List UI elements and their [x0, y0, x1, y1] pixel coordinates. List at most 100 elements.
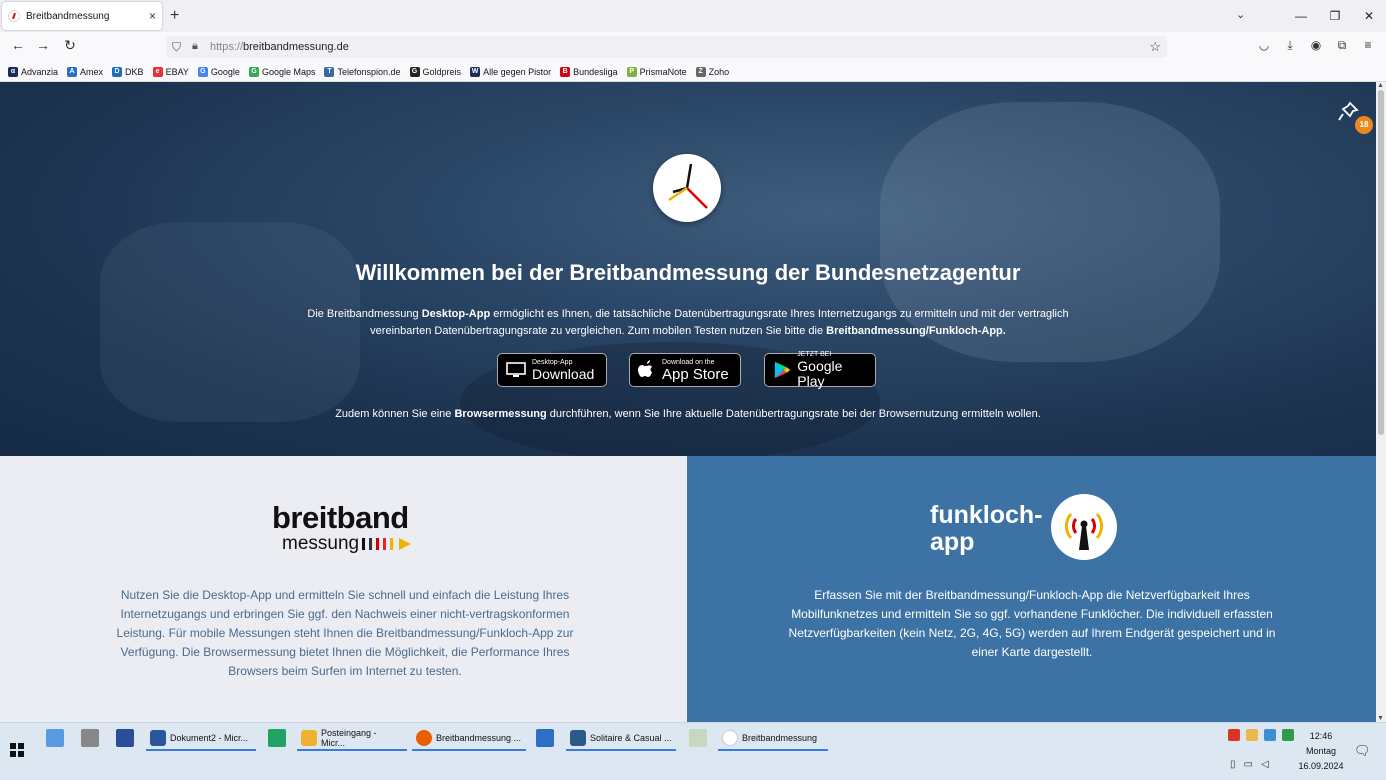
- calculator-icon[interactable]: [81, 729, 99, 747]
- bookmark-label: EBAY: [165, 66, 189, 77]
- browser-text: Zudem können Sie eine: [335, 408, 455, 420]
- notification-center-icon[interactable]: 🗨︎: [1354, 743, 1371, 759]
- bookmark-star-icon[interactable]: ☆: [1149, 39, 1161, 55]
- menu-icon[interactable]: ≡: [1360, 38, 1376, 53]
- windows-taskbar: Dokument2 - Micr... Posteingang - Micr..…: [0, 722, 1386, 780]
- taskbar-app-label: Breitbandmessung ...: [436, 733, 522, 743]
- taskbar-app-label: Dokument2 - Micr...: [170, 733, 249, 743]
- bookmark-favicon-icon: D: [112, 66, 123, 77]
- notification-badge[interactable]: 18: [1355, 116, 1373, 134]
- scroll-up-icon[interactable]: ▲: [1377, 82, 1384, 89]
- bookmark-favicon-icon: B: [560, 66, 571, 77]
- bundesnetzagentur-logo: [653, 154, 721, 222]
- taskbar-app-solitaire[interactable]: Solitaire & Casual ...: [566, 727, 676, 751]
- lock-icon[interactable]: 🔒︎: [192, 40, 198, 53]
- bookmark-item[interactable]: W Alle gegen Pistor: [470, 66, 552, 77]
- new-tab-button[interactable]: +: [170, 7, 179, 25]
- windows-start-icon[interactable]: [10, 743, 24, 757]
- account-icon[interactable]: ◉: [1308, 38, 1324, 53]
- monitor-icon: [506, 362, 526, 377]
- page-scrollbar[interactable]: ▲ ▼: [1376, 82, 1386, 722]
- excel-icon[interactable]: [268, 729, 286, 747]
- tab-bar: Breitbandmessung × + ⌄ — ❐ ✕: [0, 0, 1386, 32]
- apple-icon: [638, 360, 652, 377]
- downloads-icon[interactable]: ⤓: [1282, 38, 1298, 53]
- antivirus-tray-icon[interactable]: [1228, 729, 1240, 741]
- bookmark-label: PrismaNote: [639, 66, 687, 77]
- bookmark-item[interactable]: G Google Maps: [248, 66, 315, 77]
- tab-close-icon[interactable]: ×: [149, 9, 156, 23]
- clock-logo-icon: [668, 163, 708, 209]
- url-host: breitbandmessung.de: [243, 41, 349, 53]
- tray-icon[interactable]: [1264, 729, 1276, 741]
- bookmark-favicon-icon: Z: [695, 66, 706, 77]
- bookmark-label: Advanzia: [21, 66, 59, 77]
- bookmark-label: Zoho: [708, 66, 730, 77]
- bookmark-label: Goldpreis: [422, 66, 462, 77]
- scroll-down-icon[interactable]: ▼: [1377, 715, 1384, 722]
- breitbandmessung-panel: breitband messung Nutzen Sie die Desktop…: [0, 456, 687, 722]
- taskbar-app-firefox[interactable]: Breitbandmessung ...: [412, 727, 526, 751]
- bookmark-favicon-icon: P: [626, 66, 637, 77]
- network-icon[interactable]: ▭: [1244, 759, 1253, 770]
- app-pinned-icon[interactable]: [116, 729, 134, 747]
- bookmark-favicon-icon: G: [248, 66, 259, 77]
- bookmark-item[interactable]: D DKB: [112, 66, 144, 77]
- taskbar-app-label: Posteingang - Micr...: [321, 728, 377, 748]
- google-play-button[interactable]: JETZT BEI Google Play: [764, 351, 876, 389]
- bookmark-item[interactable]: G Google: [197, 66, 240, 77]
- tray-icon[interactable]: [1246, 729, 1258, 741]
- tray-icon[interactable]: [1282, 729, 1294, 741]
- bookmark-favicon-icon: A: [67, 66, 78, 77]
- toolbar-icons: ◡ ⤓ ◉ ⧉ ≡: [1256, 38, 1376, 53]
- funkloch-title-line1: funkloch-: [930, 501, 1043, 529]
- taskbar-app-label: Solitaire & Casual ...: [590, 733, 672, 743]
- back-button[interactable]: ←: [8, 37, 28, 53]
- bookmark-item[interactable]: A Amex: [67, 66, 103, 77]
- pocket-icon[interactable]: ◡: [1256, 38, 1272, 53]
- speed-bars-icon: [362, 538, 412, 550]
- bookmark-item[interactable]: e EBAY: [152, 66, 189, 77]
- system-tray-lower: ▯ ▭ ◁: [1230, 759, 1269, 770]
- list-tabs-chevron-icon[interactable]: ⌄: [1236, 8, 1245, 21]
- tracking-shield-icon[interactable]: ⛉: [172, 40, 181, 55]
- tab-breitbandmessung[interactable]: Breitbandmessung ×: [2, 2, 162, 30]
- url-bar[interactable]: ⛉ 🔒︎ https://breitbandmessung.de ☆: [166, 36, 1167, 58]
- taskbar-app-word[interactable]: Dokument2 - Micr...: [146, 727, 256, 751]
- bookmark-label: Bundesliga: [573, 66, 618, 77]
- restore-button[interactable]: ❐: [1318, 0, 1352, 32]
- taskbar-app-outlook[interactable]: Posteingang - Micr...: [297, 727, 407, 751]
- pinned-app-s-icon[interactable]: [536, 729, 554, 747]
- bookmark-item[interactable]: B Bundesliga: [560, 66, 618, 77]
- funkloch-title-line2: app: [930, 528, 975, 556]
- app-store-button[interactable]: Download on the App Store: [629, 353, 741, 387]
- browsermessung-link[interactable]: Browsermessung: [454, 408, 546, 420]
- funkloch-description: Erfassen Sie mit der Breitbandmessung/Fu…: [788, 588, 1276, 659]
- scrollbar-thumb[interactable]: [1378, 90, 1384, 435]
- reload-button[interactable]: ↻: [60, 37, 80, 54]
- bookmark-item[interactable]: G Goldpreis: [409, 66, 462, 77]
- battery-icon[interactable]: ▯: [1230, 759, 1236, 770]
- bookmark-item[interactable]: α Advanzia: [8, 66, 59, 77]
- bookmark-item[interactable]: Z Zoho: [695, 66, 730, 77]
- forward-button[interactable]: →: [33, 37, 53, 53]
- taskbar-app-breitbandmessung[interactable]: Breitbandmessung: [718, 727, 828, 751]
- close-window-button[interactable]: ✕: [1352, 0, 1386, 32]
- bookmark-favicon-icon: W: [470, 66, 481, 77]
- hero-section: Willkommen bei der Breitbandmessung der …: [0, 82, 1376, 456]
- desktop-app-download-button[interactable]: Desktop-App Download: [497, 353, 607, 387]
- taskbar-app-label: Breitbandmessung: [742, 733, 818, 743]
- bookmark-label: Alle gegen Pistor: [483, 66, 552, 77]
- bookmark-item[interactable]: P PrismaNote: [626, 66, 687, 77]
- extensions-icon[interactable]: ⧉: [1334, 38, 1350, 53]
- volume-icon[interactable]: ◁: [1261, 759, 1269, 770]
- antenna-signal-icon: [1064, 513, 1104, 550]
- pinned-app-icon[interactable]: [689, 729, 707, 747]
- minimize-button[interactable]: —: [1284, 0, 1318, 32]
- explorer-icon[interactable]: [46, 729, 64, 747]
- system-clock[interactable]: 12:46 Montag 16.09.2024: [1296, 729, 1346, 774]
- word-icon: [150, 730, 166, 746]
- clock-date: 16.09.2024: [1298, 761, 1344, 771]
- bookmark-item[interactable]: T Telefonspion.de: [324, 66, 401, 77]
- clock-time: 12:46: [1309, 731, 1333, 741]
